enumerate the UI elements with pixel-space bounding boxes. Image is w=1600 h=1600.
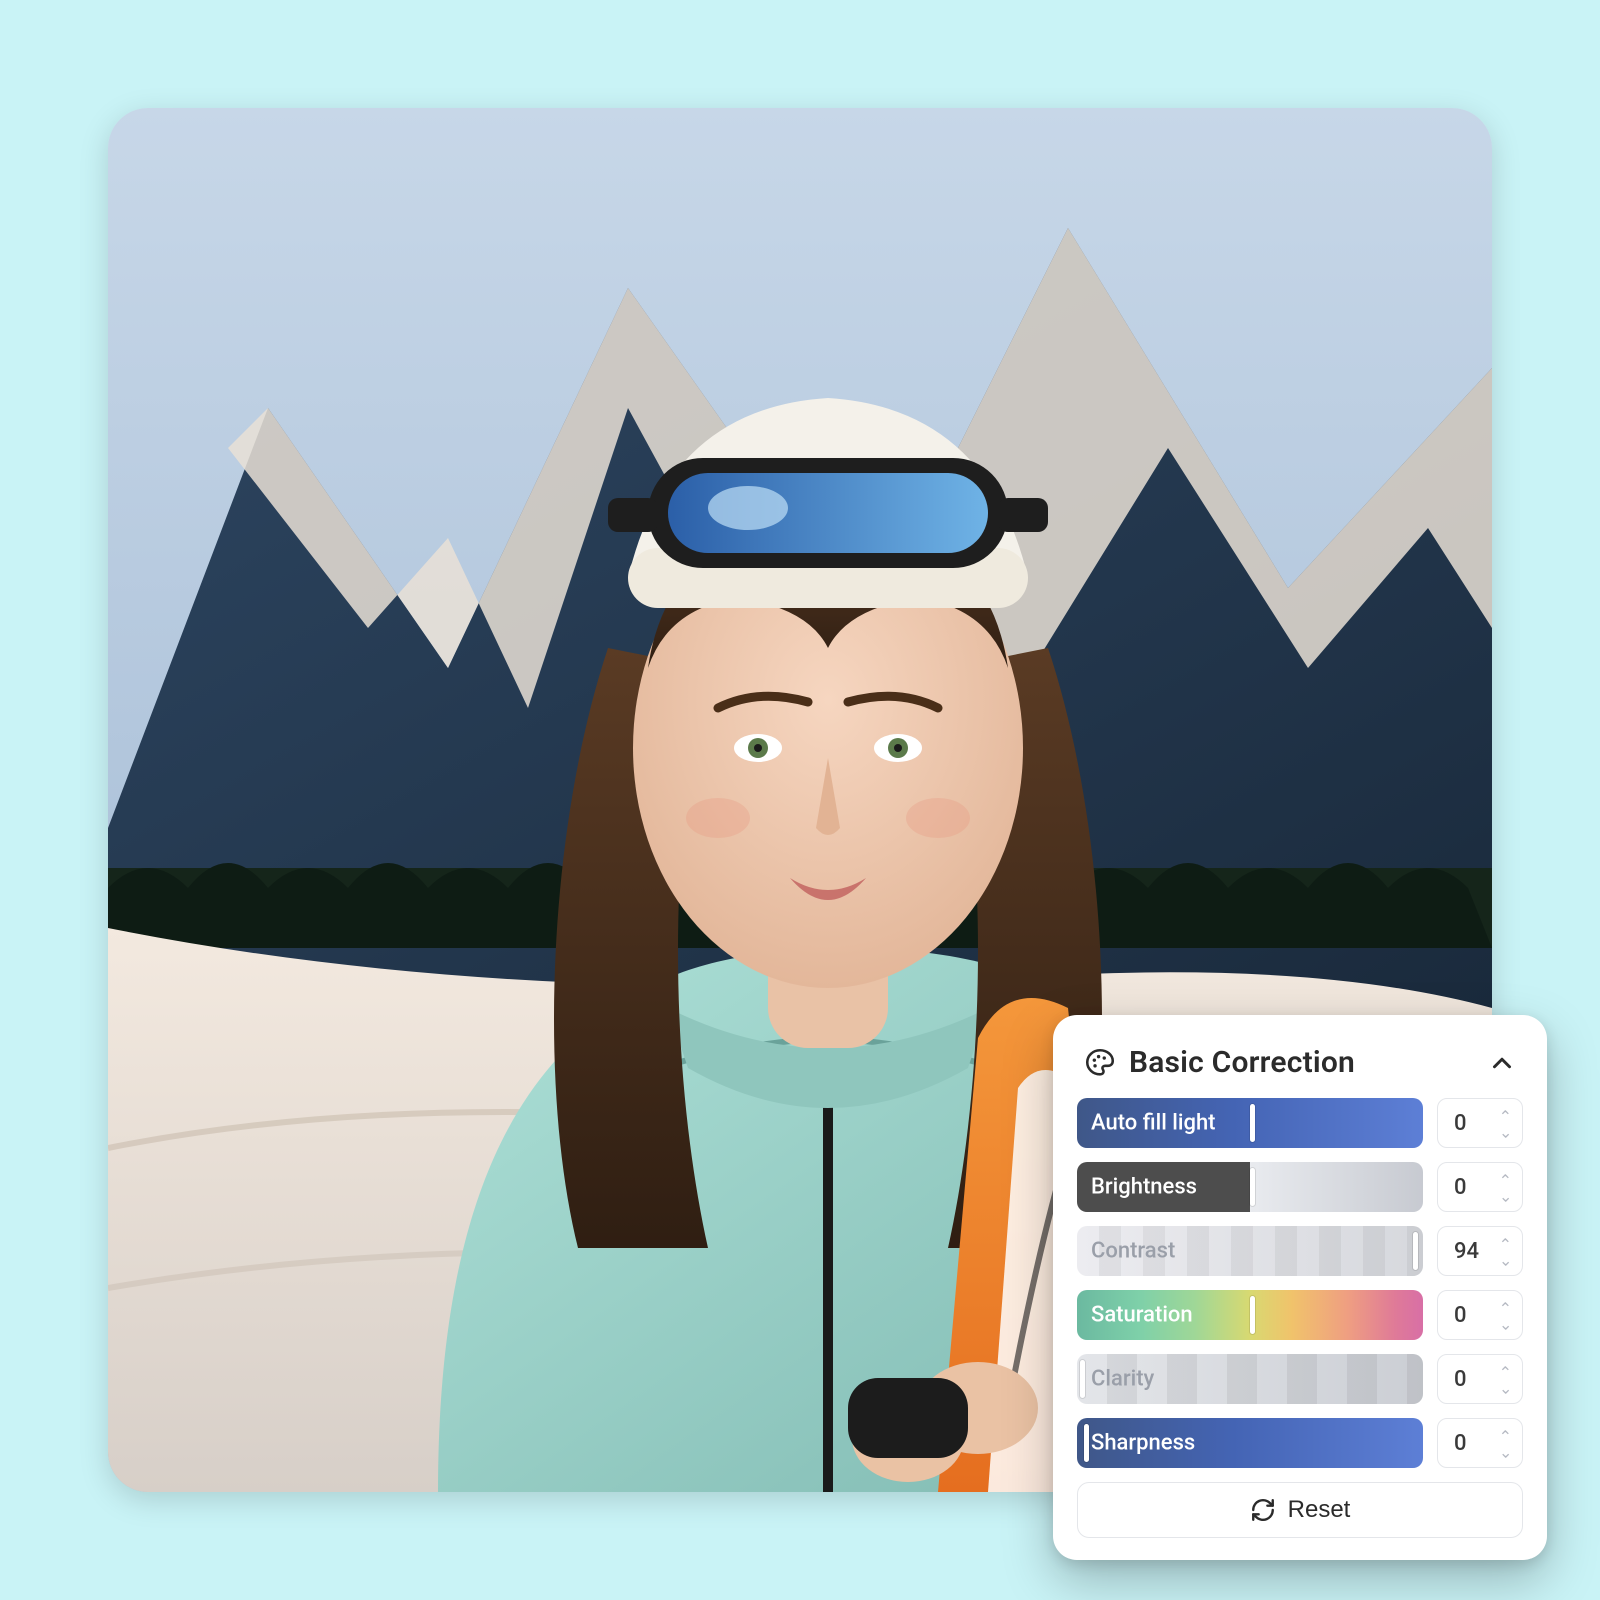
slider-label: Saturation (1091, 1303, 1193, 1328)
slider-clarity[interactable]: Clarity (1077, 1354, 1423, 1404)
control-auto-fill-light: Auto fill light 0 ⌃⌃ (1077, 1098, 1523, 1148)
control-sharpness: Sharpness 0 ⌃⌃ (1077, 1418, 1523, 1468)
stepper-saturation[interactable]: 0 ⌃⌃ (1437, 1290, 1523, 1340)
stepper-arrows-icon: ⌃⌃ (1499, 1113, 1512, 1133)
slider-label: Auto fill light (1091, 1111, 1216, 1136)
stepper-value: 0 (1454, 1111, 1467, 1136)
slider-saturation[interactable]: Saturation (1077, 1290, 1423, 1340)
slider-label: Contrast (1091, 1239, 1175, 1264)
control-contrast: Contrast 94 ⌃⌃ (1077, 1226, 1523, 1276)
stepper-value: 0 (1454, 1303, 1467, 1328)
stepper-brightness[interactable]: 0 ⌃⌃ (1437, 1162, 1523, 1212)
basic-correction-panel: Basic Correction Auto fill light 0 ⌃⌃ Br… (1053, 1015, 1547, 1560)
slider-auto-fill-light[interactable]: Auto fill light (1077, 1098, 1423, 1148)
stepper-value: 0 (1454, 1367, 1467, 1392)
stepper-contrast[interactable]: 94 ⌃⌃ (1437, 1226, 1523, 1276)
reset-label: Reset (1288, 1496, 1351, 1524)
stepper-arrows-icon: ⌃⌃ (1499, 1369, 1512, 1389)
slider-label: Brightness (1091, 1175, 1197, 1200)
reset-icon (1250, 1497, 1276, 1523)
reset-button[interactable]: Reset (1077, 1482, 1523, 1538)
slider-label: Clarity (1091, 1367, 1154, 1392)
slider-brightness[interactable]: Brightness (1077, 1162, 1423, 1212)
stepper-value: 0 (1454, 1431, 1467, 1456)
palette-icon (1083, 1046, 1117, 1080)
panel-header[interactable]: Basic Correction (1077, 1039, 1523, 1098)
stepper-clarity[interactable]: 0 ⌃⌃ (1437, 1354, 1523, 1404)
control-brightness: Brightness 0 ⌃⌃ (1077, 1162, 1523, 1212)
control-clarity: Clarity 0 ⌃⌃ (1077, 1354, 1523, 1404)
stepper-value: 94 (1454, 1239, 1479, 1264)
stepper-auto-fill-light[interactable]: 0 ⌃⌃ (1437, 1098, 1523, 1148)
slider-sharpness[interactable]: Sharpness (1077, 1418, 1423, 1468)
slider-contrast[interactable]: Contrast (1077, 1226, 1423, 1276)
control-saturation: Saturation 0 ⌃⌃ (1077, 1290, 1523, 1340)
stepper-arrows-icon: ⌃⌃ (1499, 1433, 1512, 1453)
stepper-sharpness[interactable]: 0 ⌃⌃ (1437, 1418, 1523, 1468)
chevron-up-icon[interactable] (1487, 1048, 1517, 1078)
stepper-value: 0 (1454, 1175, 1467, 1200)
stepper-arrows-icon: ⌃⌃ (1499, 1177, 1512, 1197)
stepper-arrows-icon: ⌃⌃ (1499, 1305, 1512, 1325)
stepper-arrows-icon: ⌃⌃ (1499, 1241, 1512, 1261)
slider-label: Sharpness (1091, 1431, 1195, 1456)
panel-title: Basic Correction (1129, 1045, 1355, 1080)
